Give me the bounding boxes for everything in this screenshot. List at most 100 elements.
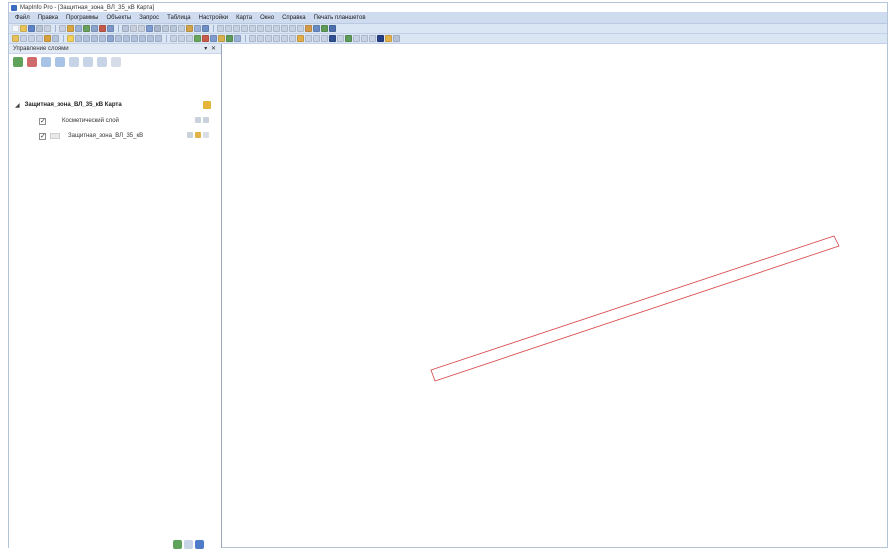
pointer-icon[interactable] [67, 35, 74, 42]
help-icon[interactable] [195, 540, 204, 549]
menu-query[interactable]: Запрос [139, 15, 159, 21]
menu-window[interactable]: Окно [260, 15, 274, 21]
select-icon[interactable] [12, 35, 19, 42]
menu-help[interactable]: Справка [282, 15, 306, 21]
star-icon[interactable] [385, 35, 392, 42]
geocode-icon[interactable] [265, 35, 272, 42]
ruler-icon[interactable] [186, 25, 193, 32]
node-tool-icon[interactable] [345, 35, 352, 42]
panel-controls[interactable]: ▾ ✕ [204, 45, 217, 52]
zoom-out-icon[interactable] [170, 25, 177, 32]
pan-icon[interactable] [99, 35, 106, 42]
label-icon[interactable] [203, 132, 209, 138]
print-icon[interactable] [36, 25, 43, 32]
layer-row-cosmetic[interactable]: ✓ Косметический слой [39, 116, 209, 126]
accept-icon[interactable] [173, 540, 182, 549]
marquee-select-icon[interactable] [20, 35, 27, 42]
style-painter-icon[interactable] [218, 35, 225, 42]
browse-tool-icon[interactable] [281, 35, 288, 42]
radius-select-icon[interactable] [28, 35, 35, 42]
arc-tool-icon[interactable] [233, 25, 240, 32]
export-tool-icon[interactable] [289, 35, 296, 42]
menu-programs[interactable]: Программы [66, 15, 98, 21]
add-node-icon[interactable] [297, 25, 304, 32]
menu-edit[interactable]: Правка [38, 15, 58, 21]
snap-icon[interactable] [178, 35, 185, 42]
options-icon[interactable] [111, 57, 121, 67]
distribute-icon[interactable] [313, 35, 320, 42]
rounded-rect-tool-icon[interactable] [265, 25, 272, 32]
reshape-icon[interactable] [289, 25, 296, 32]
layer-visibility-checkbox[interactable]: ✓ [39, 117, 46, 125]
search-tool-icon[interactable] [257, 35, 264, 42]
symbol-style-icon[interactable] [305, 25, 312, 32]
drag-window-icon[interactable] [131, 35, 138, 42]
zoom-in-icon[interactable] [162, 25, 169, 32]
menu-map[interactable]: Карта [236, 15, 252, 21]
polygon-select-icon[interactable] [36, 35, 43, 42]
filter-icon[interactable] [353, 35, 360, 42]
add-layer-icon[interactable] [13, 57, 23, 67]
menu-objects[interactable]: Объекты [106, 15, 131, 21]
editable-icon[interactable] [187, 132, 193, 138]
menu-table[interactable]: Таблица [167, 15, 191, 21]
combine-icon[interactable] [321, 35, 328, 42]
undo-icon[interactable] [75, 25, 82, 32]
frame-tool-icon[interactable] [281, 25, 288, 32]
polygon-tool-icon[interactable] [241, 25, 248, 32]
protection-zone-polygon[interactable] [430, 235, 840, 382]
label-icon[interactable] [97, 57, 107, 67]
menu-file[interactable]: Файл [15, 15, 30, 21]
map-settings-icon[interactable] [203, 101, 211, 109]
new-map-icon[interactable] [83, 25, 90, 32]
unselect-all-icon[interactable] [52, 35, 59, 42]
menu-settings[interactable]: Настройки [199, 15, 228, 21]
layer-control-icon[interactable] [194, 25, 201, 32]
dark-map-icon[interactable] [329, 35, 336, 42]
save-icon[interactable] [28, 25, 35, 32]
cut-icon[interactable] [44, 25, 51, 32]
map-view[interactable] [222, 44, 887, 547]
line-style-icon[interactable] [313, 25, 320, 32]
analysis-icon[interactable] [226, 35, 233, 42]
layer-properties-icon[interactable] [210, 35, 217, 42]
selectable-icon[interactable] [203, 117, 209, 123]
text-tool-icon[interactable] [273, 25, 280, 32]
editable-icon[interactable] [195, 117, 201, 123]
theme-icon[interactable] [202, 25, 209, 32]
text-style-icon[interactable] [329, 25, 336, 32]
layer-style-swatch[interactable] [50, 133, 60, 139]
layer-properties-icon[interactable] [69, 57, 79, 67]
map-canvas[interactable] [222, 44, 889, 549]
window-icon[interactable] [393, 35, 400, 42]
color-icon[interactable] [377, 35, 384, 42]
change-view-icon[interactable] [91, 35, 98, 42]
green-map-icon[interactable] [194, 35, 201, 42]
line-tool-icon[interactable] [217, 25, 224, 32]
table-tool-icon[interactable] [249, 35, 256, 42]
zoom-in-tool-icon[interactable] [75, 35, 82, 42]
layout-icon[interactable] [107, 25, 114, 32]
legend-icon[interactable] [154, 25, 161, 32]
new-icon[interactable] [12, 25, 19, 32]
red-map-icon[interactable] [202, 35, 209, 42]
polyline-tool-icon[interactable] [225, 25, 232, 32]
info-tool-icon[interactable] [107, 35, 114, 42]
selectable-icon[interactable] [195, 132, 201, 138]
grabber-icon[interactable] [178, 25, 185, 32]
thematic-icon[interactable] [83, 57, 93, 67]
expand-arrow-icon[interactable]: ◢ [15, 102, 20, 109]
region-style-icon[interactable] [321, 25, 328, 32]
measure-icon[interactable] [139, 35, 146, 42]
rectangle-tool-icon[interactable] [257, 25, 264, 32]
open-icon[interactable] [20, 25, 27, 32]
new-browser-icon[interactable] [91, 25, 98, 32]
graph-icon[interactable] [99, 25, 106, 32]
show-legend-icon[interactable] [147, 35, 154, 42]
magic-wand-icon[interactable] [297, 35, 304, 42]
align-icon[interactable] [305, 35, 312, 42]
zoom-out-tool-icon[interactable] [83, 35, 90, 42]
flag-icon[interactable] [369, 35, 376, 42]
grid-icon[interactable] [234, 35, 241, 42]
ellipse-tool-icon[interactable] [249, 25, 256, 32]
